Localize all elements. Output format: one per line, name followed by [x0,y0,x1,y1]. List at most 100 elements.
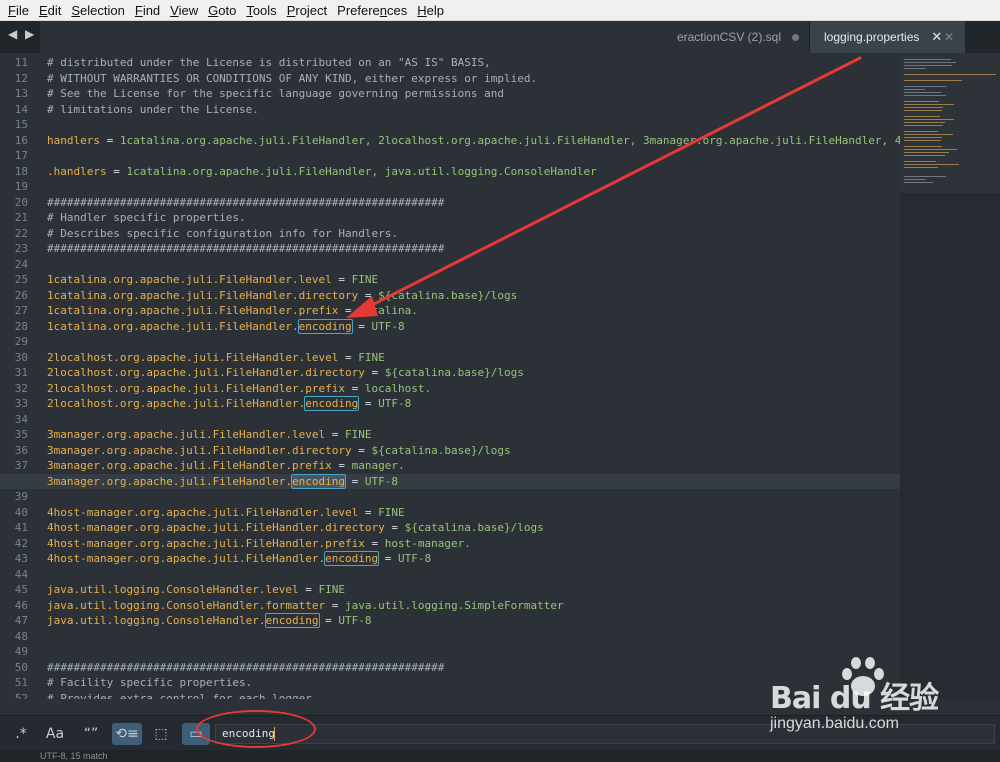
code-line[interactable]: 4host-manager.org.apache.juli.FileHandle… [47,551,431,567]
minimap-line [904,65,953,66]
code-line[interactable]: java.util.logging.ConsoleHandler.level =… [47,582,345,598]
line-number: 42 [14,536,28,550]
tab-logging-properties[interactable]: logging.properties ✕ [810,21,965,53]
menu-view[interactable]: View [166,0,202,21]
line-number: 31 [14,366,28,379]
minimap-line [904,149,957,150]
line-number: 39 [14,490,28,503]
menu-goto[interactable]: Goto [204,0,240,21]
code-line[interactable]: 2localhost.org.apache.juli.FileHandler.p… [47,381,431,397]
code-line[interactable]: # Handler specific properties. [47,210,246,226]
minimap-line [904,80,963,81]
tab-interactioncsv-sql[interactable]: eractionCSV (2).sql [40,21,810,53]
line-number: 12 [14,71,28,85]
unsaved-dot-icon[interactable] [792,33,799,41]
line-number: 28 [14,319,28,333]
search-match: encoding [304,396,360,411]
menu-preferences[interactable]: Preferences [333,0,411,21]
code-line[interactable]: 2localhost.org.apache.juli.FileHandler.l… [47,350,385,366]
line-number: 21 [14,211,28,224]
code-line[interactable]: 1catalina.org.apache.juli.FileHandler.le… [47,272,378,288]
minimap-line [904,101,939,102]
code-line[interactable]: 4host-manager.org.apache.juli.FileHandle… [47,520,544,536]
whole-word-toggle-button[interactable]: “” [80,723,102,745]
code-line[interactable]: 1catalina.org.apache.juli.FileHandler.di… [47,288,517,304]
code-line[interactable]: 2localhost.org.apache.juli.FileHandler.d… [47,365,524,381]
code-line[interactable]: 1catalina.org.apache.juli.FileHandler.pr… [47,303,418,319]
code-line[interactable]: # Describes specific configuration info … [47,226,398,242]
tab-nav-arrows-icon[interactable]: ◀ ▶ [8,27,36,41]
minimap-line [904,164,959,165]
minimap-line [904,146,942,147]
minimap[interactable] [900,53,1000,699]
code-line[interactable]: 4host-manager.org.apache.juli.FileHandle… [47,536,471,552]
code-line[interactable]: java.util.logging.ConsoleHandler.encodin… [47,613,372,629]
menu-selection[interactable]: Selection [67,0,128,21]
code-line[interactable]: 1catalina.org.apache.juli.FileHandler.en… [47,318,405,335]
wrap-toggle-button[interactable]: ⟲≡ [112,723,142,745]
minimap-line [904,119,955,120]
code-line[interactable]: 3manager.org.apache.juli.FileHandler.enc… [47,473,398,490]
minimap-line [904,104,954,105]
code-line[interactable]: handlers = 1catalina.org.apache.juli.Fil… [47,133,900,149]
menu-edit[interactable]: Edit [35,0,65,21]
code-line[interactable]: .handlers = 1catalina.org.apache.juli.Fi… [47,164,597,180]
minimap-line [904,155,945,156]
line-number: 51 [14,676,28,689]
line-number: 25 [14,273,28,286]
minimap-line [904,125,943,126]
line-number: 15 [14,118,28,131]
code-line[interactable]: ########################################… [47,660,444,676]
code-line[interactable]: # Provides extra control for each logger… [47,691,319,700]
line-number: 13 [14,87,28,100]
find-input[interactable]: encoding [215,724,995,744]
code-editor[interactable]: 11 12 13 14 15 16 17 18 19 20 21 22 23 24 25 26 27 28 29 30… [0,53,900,699]
code-line[interactable]: # distributed under the License is distr… [47,55,491,71]
minimap-line [904,122,945,123]
menu-file[interactable]: File [4,0,33,21]
code-line[interactable]: # See the License for the specific langu… [47,86,504,102]
line-number: 34 [14,412,28,426]
line-number: 46 [14,598,28,612]
line-number: 24 [14,257,28,271]
menu-help[interactable]: Help [413,0,448,21]
minimap-line [904,86,946,87]
close-icon[interactable]: ✕ [944,30,954,44]
code-line[interactable]: ########################################… [47,241,444,257]
minimap-line [904,140,942,141]
code-line[interactable]: # WITHOUT WARRANTIES OR CONDITIONS OF AN… [47,71,537,87]
menu-project[interactable]: Project [283,0,331,21]
menu-tools[interactable]: Tools [242,0,280,21]
line-number: 20 [14,195,28,209]
line-number: 44 [14,567,28,581]
menu-find[interactable]: Find [131,0,164,21]
code-line[interactable]: ########################################… [47,195,444,211]
find-bar: .* Aa “” ⟲≡ ⬚ ▭ encoding [0,715,1000,750]
code-line[interactable]: # Facility specific properties. [47,675,252,691]
code-line[interactable]: 4host-manager.org.apache.juli.FileHandle… [47,505,405,521]
in-selection-toggle-button[interactable]: ⬚ [150,723,172,745]
case-sensitive-toggle-button[interactable]: Aa [44,723,66,745]
minimap-line [904,131,939,132]
search-match: encoding [324,551,380,566]
line-number: 36 [14,443,28,457]
minimap-line [904,167,939,168]
status-bar: UTF-8, 15 match [0,750,1000,762]
line-number: 43 [14,552,28,565]
code-line[interactable]: 3manager.org.apache.juli.FileHandler.pre… [47,458,405,474]
code-line[interactable]: java.util.logging.ConsoleHandler.formatt… [47,598,564,614]
minimap-line [904,110,942,111]
minimap-line [904,89,925,90]
code-line[interactable]: 2localhost.org.apache.juli.FileHandler.e… [47,396,411,412]
code-line[interactable]: 3manager.org.apache.juli.FileHandler.dir… [47,443,511,459]
regex-toggle-button[interactable]: .* [10,723,32,745]
line-number: 19 [14,180,28,193]
code-line[interactable]: # limitations under the License. [47,102,259,118]
code-line[interactable]: 3manager.org.apache.juli.FileHandler.lev… [47,427,372,443]
line-number: 47 [14,614,28,627]
line-number: 29 [14,335,28,348]
minimap-line [904,176,946,177]
search-match-current: encoding [291,473,347,489]
close-icon[interactable]: ✕ [931,30,942,45]
line-number: 16 [14,133,28,147]
